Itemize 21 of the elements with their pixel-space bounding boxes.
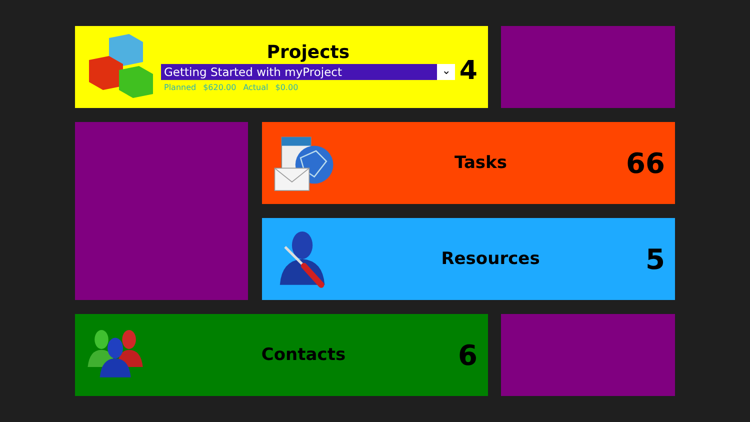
tile-count: 66 xyxy=(626,146,665,180)
tile-title: Projects xyxy=(266,42,350,64)
tile-title: Contacts xyxy=(260,345,347,365)
tile[interactable] xyxy=(75,122,248,300)
tile-count: 5 xyxy=(646,242,665,276)
tile[interactable]: Projects Getting Started with myProject ⌄ Planned $620.00 Actual $0.00 4 xyxy=(75,26,488,108)
tile[interactable] xyxy=(501,26,675,108)
tile-title: Resources xyxy=(440,249,541,269)
tile-count: 4 xyxy=(459,56,478,86)
tile[interactable] xyxy=(501,314,675,396)
tile-title: Tasks xyxy=(454,153,508,173)
tile[interactable]: Tasks 66 xyxy=(262,122,675,204)
actual-label: Actual xyxy=(243,83,268,92)
planned-value: $620.00 xyxy=(203,83,236,92)
tile-count: 6 xyxy=(458,338,478,372)
actual-value: $0.00 xyxy=(275,83,298,92)
tile[interactable]: Contacts 6 xyxy=(75,314,488,396)
dropdown-chevron-icon[interactable]: ⌄ xyxy=(437,64,456,80)
project-dropdown[interactable]: Getting Started with myProject ⌄ xyxy=(161,64,456,80)
tile[interactable]: Resources 5 xyxy=(262,218,675,300)
planned-label: Planned xyxy=(164,83,196,92)
